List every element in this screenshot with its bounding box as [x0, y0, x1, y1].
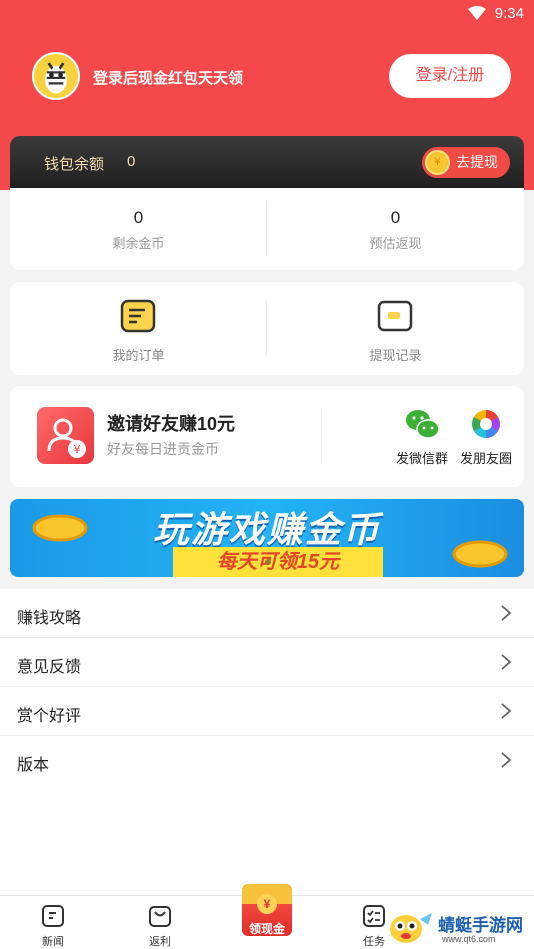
menu-item-rate-app[interactable]: 赏个好评 [0, 687, 534, 736]
menu-item-label: 意见反馈 [17, 659, 82, 676]
watermark-url: www.qt6.com [442, 934, 496, 944]
avatar[interactable] [32, 52, 80, 100]
wallet-label: 钱包余额 [44, 156, 105, 173]
menu-item-label: 赏个好评 [17, 708, 82, 725]
wallet-value: 0 [127, 153, 136, 170]
withdraw-label: 去提现 [456, 154, 498, 170]
menu-list: 赚钱攻略 意见反馈 赏个好评 版本 [0, 589, 534, 786]
menu-item-feedback[interactable]: 意见反馈 [0, 638, 534, 687]
wechat-icon [406, 410, 440, 439]
stat-value: 0 [390, 208, 401, 227]
login-register-button[interactable]: 登录/注册 [389, 54, 511, 98]
moments-icon [472, 410, 500, 438]
wallet-card-icon [377, 300, 413, 332]
orders-card: 我的订单 提现记录 [10, 282, 524, 375]
tab-news[interactable]: 新闻 [13, 896, 93, 949]
my-orders-button[interactable]: 我的订单 [10, 282, 267, 375]
watermark-title: 蜻蜓手游网 [438, 916, 523, 935]
status-time: 9:34 [494, 5, 524, 22]
status-bar: 9:34 [0, 0, 534, 28]
watermark: 蜻蜓手游网 www.qt6.com [386, 905, 534, 949]
tab-label: 新闻 [42, 936, 64, 948]
stat-estimated-cashback[interactable]: 0 预估返现 [267, 188, 524, 270]
chevron-right-icon [501, 752, 512, 768]
login-hint-text: 登录后现金红包天天领 [93, 70, 244, 87]
chevron-right-icon [501, 654, 512, 670]
stat-label: 预估返现 [369, 236, 422, 251]
withdraw-records-button[interactable]: 提现记录 [267, 282, 524, 375]
menu-item-earning-guide[interactable]: 赚钱攻略 [0, 589, 534, 638]
invite-title: 邀请好友赚10元 [107, 414, 236, 434]
coin-icon: ¥ [425, 150, 450, 175]
stat-value: 0 [133, 208, 144, 227]
task-list-icon [363, 905, 385, 927]
my-orders-label: 我的订单 [112, 348, 165, 363]
tab-label: 返利 [149, 936, 171, 948]
wallet-bar: 钱包余额 0 ¥ 去提现 [10, 136, 524, 188]
invite-subtitle: 好友每日进贡金币 [107, 441, 219, 457]
tab-claim-cash[interactable]: ¥ 领现金 [240, 884, 294, 944]
banner-title: 玩游戏赚金币 [152, 509, 381, 550]
share-wechat-group-label: 发微信群 [395, 451, 448, 466]
stat-remaining-coins[interactable]: 0 剩余金币 [10, 188, 267, 270]
share-wechat-group-button[interactable]: 发微信群 [387, 406, 457, 466]
promo-banner[interactable]: 玩游戏赚金币 每天可领15元 [10, 499, 524, 577]
invite-card[interactable]: ¥ 邀请好友赚10元 好友每日进贡金币 发微信群 发朋友圈 [10, 386, 524, 487]
invite-user-icon: ¥ [37, 407, 94, 464]
yen-coin-icon: ¥ [257, 894, 277, 914]
divider [321, 408, 322, 464]
stats-card: 0 剩余金币 0 预估返现 [10, 188, 524, 270]
news-icon [42, 905, 64, 927]
banner-page-indicator [265, 559, 271, 565]
menu-item-version[interactable]: 版本 [0, 736, 534, 785]
menu-item-label: 版本 [17, 757, 50, 774]
stat-label: 剩余金币 [112, 236, 165, 251]
wifi-icon [468, 6, 486, 20]
content-background [0, 786, 534, 896]
chevron-right-icon [501, 703, 512, 719]
svg-text:¥: ¥ [74, 443, 81, 456]
share-moments-button[interactable]: 发朋友圈 [451, 406, 521, 466]
tab-rebate[interactable]: 返利 [120, 896, 200, 949]
banner-subtitle: 每天可领15元 [173, 547, 383, 577]
zebra-avatar-icon [35, 55, 77, 97]
chevron-right-icon [501, 605, 512, 621]
menu-item-label: 赚钱攻略 [17, 610, 82, 627]
share-moments-label: 发朋友圈 [459, 451, 512, 466]
tab-label: 领现金 [248, 922, 285, 936]
profile-row: 登录后现金红包天天领 登录/注册 [0, 52, 534, 102]
withdraw-button[interactable]: ¥ 去提现 [422, 147, 510, 178]
dragonfly-mascot-icon [390, 913, 432, 943]
shopping-bag-icon [149, 906, 171, 927]
order-icon [120, 299, 156, 333]
withdraw-records-label: 提现记录 [369, 348, 422, 363]
